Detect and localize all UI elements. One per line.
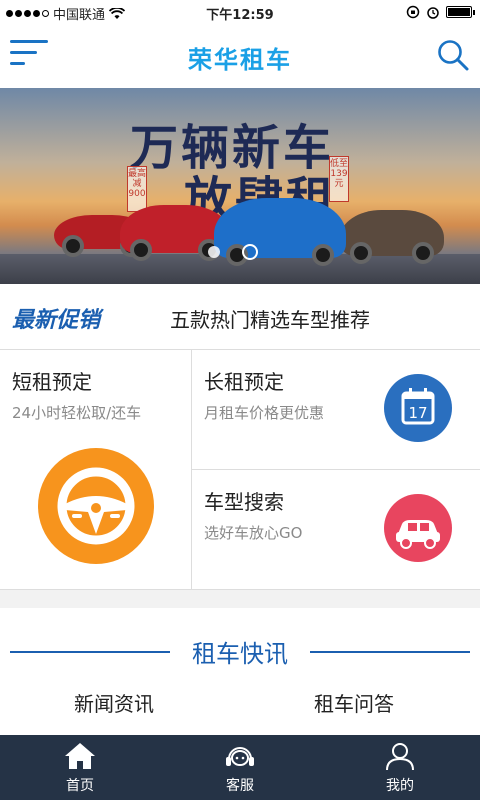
long-rent-title: 长租预定 <box>204 370 284 394</box>
status-bar-right <box>406 5 475 19</box>
news-link-faq[interactable]: 租车问答 <box>314 688 394 717</box>
promo-text[interactable]: 五款热门精选车型推荐 <box>170 304 370 333</box>
calendar-icon: 17 <box>384 374 452 442</box>
short-rent-subtitle: 24小时轻松取/还车 <box>12 404 142 422</box>
status-bar: 中国联通 下午12:59 <box>0 0 480 24</box>
pager-dot[interactable] <box>208 246 220 258</box>
tab-mine[interactable]: 我的 <box>320 735 480 800</box>
banner-badge-right: 低至139元 <box>329 156 349 202</box>
short-rent-title: 短租预定 <box>12 370 92 394</box>
headset-icon <box>226 747 254 766</box>
divider <box>310 651 470 653</box>
car-search-title: 车型搜索 <box>204 490 284 514</box>
car-search-card[interactable]: 车型搜索 选好车放心GO <box>192 470 480 590</box>
car-icon <box>384 494 452 562</box>
tab-home[interactable]: 首页 <box>0 735 160 800</box>
user-icon <box>386 743 414 771</box>
tab-service[interactable]: 客服 <box>160 735 320 800</box>
home-icon <box>65 743 95 769</box>
banner-pager[interactable] <box>208 244 258 260</box>
tab-mine-label: 我的 <box>386 778 414 794</box>
promo-bar[interactable]: 最新促销 五款热门精选车型推荐 <box>0 284 480 350</box>
alarm-icon <box>427 7 439 19</box>
news-link-news[interactable]: 新闻资讯 <box>74 688 154 717</box>
app-title: 荣华租车 <box>188 46 292 74</box>
calendar-day: 17 <box>408 404 427 422</box>
news-section: 租车快讯 新闻资讯 租车问答 <box>0 608 480 735</box>
tab-home-label: 首页 <box>66 778 94 794</box>
search-icon[interactable] <box>436 38 470 72</box>
bottom-tab-bar: 首页 客服 我的 <box>0 735 480 800</box>
car-search-subtitle: 选好车放心GO <box>204 524 303 542</box>
steering-wheel-icon <box>38 448 154 564</box>
app-header: 荣华租车 <box>0 24 480 88</box>
short-rent-card[interactable]: 短租预定 24小时轻松取/还车 <box>0 350 192 590</box>
service-grid: 短租预定 24小时轻松取/还车 长租预定 月租车价格更优惠 17 车型搜索 选好… <box>0 350 480 590</box>
banner-badge-left: 最高减900 <box>127 166 147 212</box>
orientation-lock-icon <box>406 5 420 19</box>
long-rent-card[interactable]: 长租预定 月租车价格更优惠 17 <box>192 350 480 470</box>
promo-tag: 最新促销 <box>12 308 101 333</box>
tab-service-label: 客服 <box>226 778 254 794</box>
banner-car-image <box>340 210 444 264</box>
long-rent-subtitle: 月租车价格更优惠 <box>204 404 325 422</box>
battery-icon <box>446 6 475 18</box>
pager-dot-active[interactable] <box>242 244 258 260</box>
